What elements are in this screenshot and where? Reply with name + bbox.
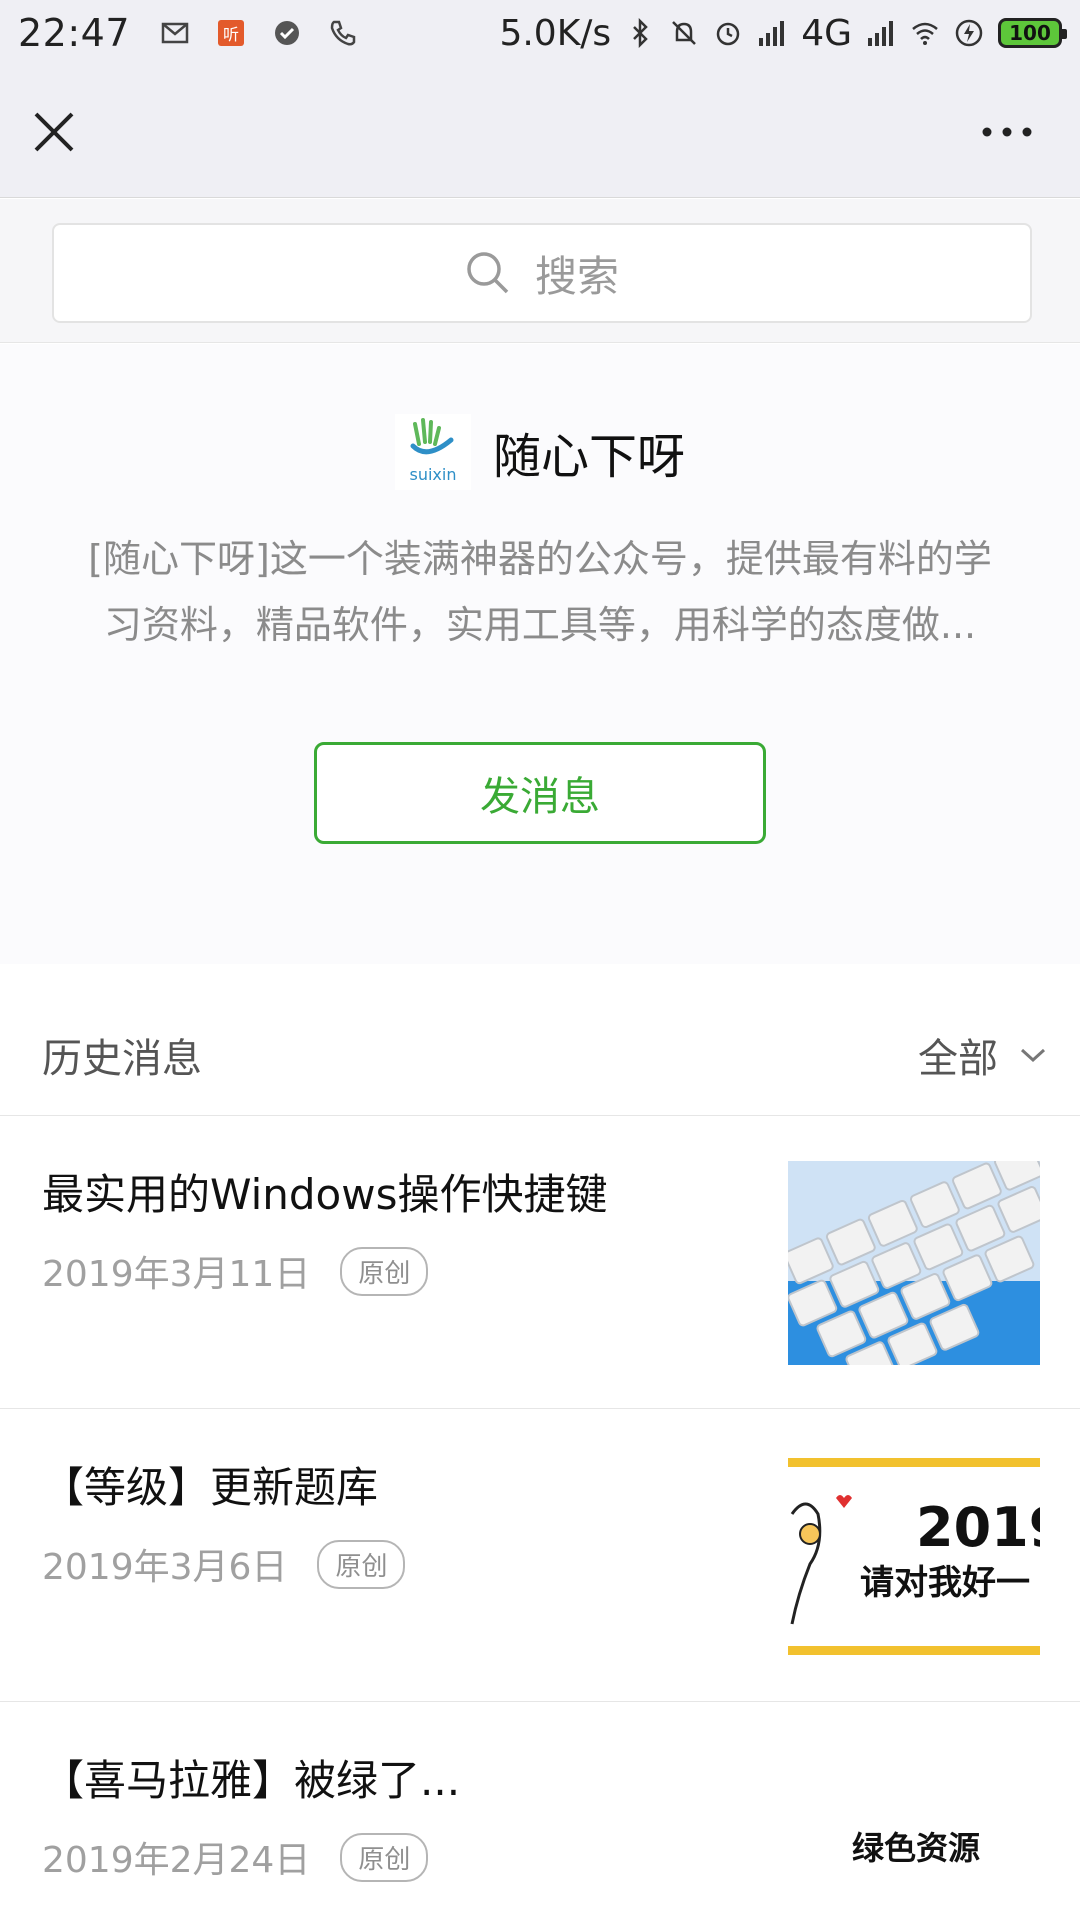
article-date: 2019年3月11日 <box>42 1254 311 1295</box>
account-profile: suixin 随心下呀 [随心下呀]这一个装满神器的公众号，提供最有料的学 习资… <box>0 344 1080 964</box>
article-date: 2019年3月6日 <box>42 1547 288 1588</box>
article-title: 【喜马拉雅】被绿了... <box>42 1756 461 1805</box>
account-logo: suixin <box>394 414 471 490</box>
battery-icon: 100 <box>998 18 1067 48</box>
article-meta: 2019年2月24日 原创 <box>42 1831 429 1883</box>
original-badge: 原创 <box>340 1246 429 1296</box>
watermark-text: 绿色资源 <box>851 1829 980 1867</box>
signal-2-icon <box>868 21 893 46</box>
history-filter-dropdown[interactable]: 全部 <box>918 1026 1046 1084</box>
article-meta: 2019年3月11日 原创 <box>42 1245 429 1297</box>
send-message-button[interactable]: 发消息 <box>314 742 766 844</box>
mute-icon <box>672 21 697 45</box>
article-item[interactable]: 最实用的Windows操作快捷键 2019年3月11日 原创 <box>0 1117 1080 1409</box>
thumb-text-2: 请对我好一 <box>860 1563 1030 1603</box>
charging-icon <box>955 19 983 47</box>
article-title: 【等级】更新题库 <box>42 1463 379 1512</box>
history-title: 历史消息 <box>42 1036 202 1082</box>
description-line-2: 习资料，精品软件，实用工具等，用科学的态度做... <box>103 603 977 647</box>
article-item[interactable]: 【等级】更新题库 2019年3月6日 原创 2019 请对我好一 <box>0 1410 1080 1702</box>
history-header: 历史消息 全部 <box>0 984 1080 1116</box>
article-title: 最实用的Windows操作快捷键 <box>42 1170 608 1219</box>
more-icon[interactable] <box>980 122 1034 142</box>
check-badge-icon <box>275 21 300 45</box>
article-thumbnail <box>788 1161 1040 1365</box>
phone-call-icon <box>330 20 356 46</box>
nav-bar <box>0 66 1080 198</box>
account-description: [随心下呀]这一个装满神器的公众号，提供最有料的学 习资料，精品软件，实用工具等… <box>60 526 1020 658</box>
search-icon <box>467 252 509 294</box>
article-date: 2019年2月24日 <box>42 1840 311 1881</box>
history-filter-label: 全部 <box>918 1036 998 1082</box>
mail-icon <box>161 22 189 44</box>
account-name: 随心下呀 <box>492 429 685 485</box>
logo-text: suixin <box>409 465 456 484</box>
battery-level: 100 <box>1009 21 1051 45</box>
status-time: 22:47 <box>18 11 131 55</box>
search-input[interactable]: 搜索 <box>52 223 1032 323</box>
bluetooth-icon <box>633 18 648 48</box>
app-notification-icon: 听 <box>218 20 245 46</box>
original-badge: 原创 <box>317 1539 406 1589</box>
article-meta: 2019年3月6日 原创 <box>42 1538 406 1590</box>
thumb-text-1: 2019 <box>916 1496 1040 1559</box>
wifi-icon <box>912 22 938 45</box>
search-placeholder: 搜索 <box>534 251 619 301</box>
original-badge: 原创 <box>340 1832 429 1882</box>
network-type: 4G <box>801 12 852 54</box>
alarm-icon <box>716 22 740 46</box>
status-bar: 22:47 听 5.0K/s 4G 100 <box>0 0 1080 66</box>
chevron-down-icon <box>1020 1048 1046 1063</box>
description-line-1: [随心下呀]这一个装满神器的公众号，提供最有料的学 <box>88 537 992 581</box>
article-item[interactable]: 【喜马拉雅】被绿了... 2019年2月24日 原创 绿色资源 <box>0 1703 1080 1920</box>
net-speed: 5.0K/s <box>499 12 612 54</box>
account-header: suixin 随心下呀 <box>0 414 1080 490</box>
close-icon[interactable] <box>32 110 76 154</box>
article-thumbnail: 2019 请对我好一 <box>788 1454 1040 1658</box>
svg-text:听: 听 <box>223 25 239 44</box>
search-zone: 搜索 <box>0 199 1080 343</box>
signal-icon <box>759 21 785 46</box>
